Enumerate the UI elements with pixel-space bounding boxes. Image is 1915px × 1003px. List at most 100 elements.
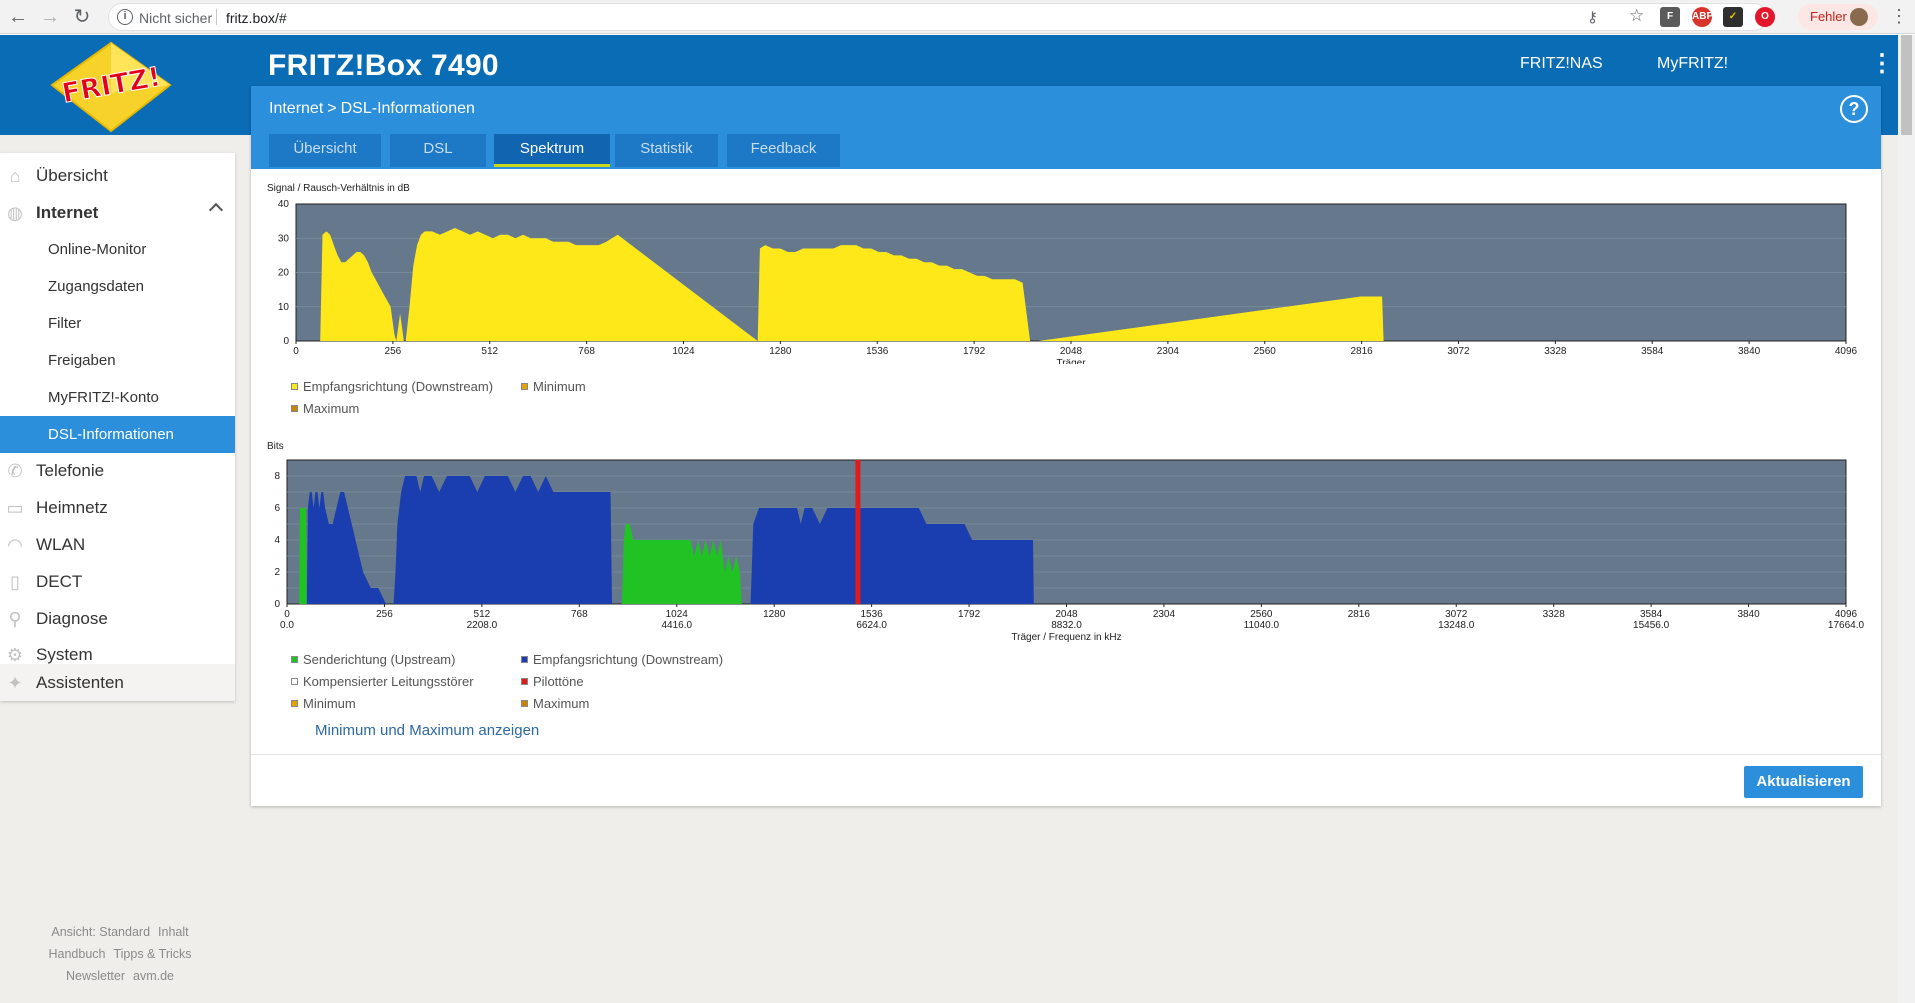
legend-snr-minimum: Minimum	[521, 379, 586, 394]
footer-link-handbuch[interactable]: Handbuch	[48, 947, 105, 961]
sidebar-item-dsl-informationen[interactable]: DSL-Informationen	[0, 416, 235, 453]
legend-label: Minimum	[303, 696, 356, 711]
sidebar-item-myfritz-konto[interactable]: MyFRITZ!-Konto	[0, 379, 235, 416]
y-tick-label: 20	[278, 268, 290, 279]
sidebar-item-freigaben[interactable]: Freigaben	[0, 342, 235, 379]
url-text[interactable]: fritz.box/#	[226, 10, 287, 26]
legend-swatch	[291, 700, 298, 707]
home-icon: ⌂	[9, 166, 21, 186]
globe-icon: ◍	[7, 203, 23, 223]
tab-dsl[interactable]: DSL	[390, 134, 486, 167]
x-tick-label: 1024	[672, 346, 695, 357]
snr-chart-ylabel: Signal / Rausch-Verhältnis in dB	[267, 183, 410, 194]
sidebar-item-dect[interactable]: ▯ DECT	[0, 563, 235, 600]
key-icon[interactable]: ⚷	[1587, 8, 1598, 26]
sidebar: ⌂ Übersicht ◍ Internet Online-Monitor Zu…	[0, 153, 235, 701]
security-label: Nicht sicher	[139, 10, 213, 26]
x-tick-label: 768	[571, 609, 588, 620]
tab-statistik[interactable]: Statistik	[615, 134, 718, 167]
x-tick-label: 0	[284, 609, 290, 620]
star-icon[interactable]: ☆	[1629, 6, 1644, 26]
chevron-up-icon[interactable]	[208, 202, 224, 218]
legend-label: Maximum	[303, 401, 360, 416]
footer-link-inhalt[interactable]: Inhalt	[158, 925, 189, 939]
sidebar-item-label: Assistenten	[36, 673, 124, 692]
x-tick-label: 2048	[1055, 609, 1078, 620]
freq-tick-label: 0.0	[280, 620, 294, 631]
tab-feedback[interactable]: Feedback	[727, 134, 840, 167]
sidebar-item-internet[interactable]: ◍ Internet	[0, 194, 235, 231]
adblock-icon[interactable]: ABP	[1692, 7, 1713, 27]
freq-tick-label: 15456.0	[1633, 620, 1670, 631]
x-tick-label: 3840	[1737, 609, 1760, 620]
freq-tick-label: 13248.0	[1438, 620, 1475, 631]
legend-bits-compensated: Kompensierter Leitungsstörer	[291, 674, 474, 689]
sidebar-item-wlan[interactable]: ◠ WLAN	[0, 526, 235, 563]
footer-link-newsletter[interactable]: Newsletter	[66, 969, 125, 983]
show-minmax-link[interactable]: Minimum und Maximum anzeigen	[315, 722, 539, 739]
sidebar-item-label: DECT	[36, 572, 83, 591]
tab-spektrum[interactable]: Spektrum	[494, 134, 610, 167]
fritznas-link[interactable]: FRITZ!NAS	[1520, 55, 1603, 73]
back-arrow-icon[interactable]: ←	[6, 5, 30, 29]
more-menu-icon[interactable]: ⋮	[1870, 49, 1894, 78]
sidebar-item-telefonie[interactable]: ✆ Telefonie	[0, 452, 235, 489]
y-tick-label: 6	[274, 503, 280, 514]
breadcrumb-parent[interactable]: Internet	[269, 100, 323, 117]
profile-error-badge[interactable]: Fehler	[1798, 4, 1878, 30]
legend-label: Pilottöne	[533, 674, 584, 689]
pilot-tone-bar	[855, 460, 861, 604]
footer-link-tipps[interactable]: Tipps & Tricks	[113, 947, 191, 961]
freq-tick-label: 4416.0	[661, 620, 692, 631]
legend-label: Senderichtung (Upstream)	[303, 652, 456, 667]
address-bar[interactable]: i Nicht sicher fritz.box/# ⚷ ☆	[108, 3, 1768, 31]
x-tick-label: 3584	[1641, 346, 1664, 357]
refresh-button[interactable]: Aktualisieren	[1744, 766, 1863, 798]
extension-f-icon[interactable]: F	[1660, 7, 1680, 27]
snr-chart: 0 10 20 30 40 0 256 512 768 1024 1280 1536 1792 2048 2…	[278, 199, 1858, 364]
sidebar-item-filter[interactable]: Filter	[0, 305, 235, 342]
browser-menu-icon[interactable]: ⋮	[1890, 6, 1908, 27]
extension-check-icon[interactable]: ✓	[1723, 7, 1743, 27]
legend-bits-pilot: Pilottöne	[521, 674, 584, 689]
sidebar-item-online-monitor[interactable]: Online-Monitor	[0, 231, 235, 268]
footer-link-ansicht[interactable]: Ansicht: Standard	[51, 925, 150, 939]
help-icon[interactable]: ?	[1840, 95, 1868, 123]
x-axis-label: Träger / Frequenz in kHz	[1011, 632, 1121, 642]
x-tick-label: 512	[474, 609, 491, 620]
tab-uebersicht[interactable]: Übersicht	[269, 134, 381, 167]
x-tick-label: 3840	[1738, 346, 1761, 357]
wizard-icon: ✦	[7, 673, 23, 693]
sidebar-item-label: System	[36, 645, 93, 664]
forward-arrow-icon[interactable]: →	[38, 5, 62, 29]
fritz-logo[interactable]: FRITZ!	[48, 41, 174, 133]
x-tick-label: 2560	[1254, 346, 1277, 357]
info-icon[interactable]: i	[117, 9, 133, 25]
series-area-0	[299, 508, 307, 604]
error-text: Fehler	[1810, 9, 1847, 24]
browser-toolbar: ← → ↻ i Nicht sicher fritz.box/# ⚷ ☆ F A…	[0, 0, 1915, 34]
sidebar-item-heimnetz[interactable]: ▭ Heimnetz	[0, 489, 235, 526]
myfritz-link[interactable]: MyFRITZ!	[1657, 55, 1728, 73]
panel-divider	[251, 754, 1881, 755]
footer-link-avm[interactable]: avm.de	[133, 969, 174, 983]
phone-icon: ✆	[7, 461, 23, 481]
sidebar-item-label: Internet	[36, 203, 99, 222]
opera-icon[interactable]: O	[1755, 7, 1775, 27]
dect-phone-icon: ▯	[10, 572, 20, 592]
sidebar-item-diagnose[interactable]: ⚲ Diagnose	[0, 600, 235, 637]
x-tick-label: 3328	[1543, 609, 1566, 620]
scrollbar-thumb[interactable]	[1901, 35, 1912, 135]
sidebar-item-uebersicht[interactable]: ⌂ Übersicht	[0, 157, 235, 194]
legend-snr-downstream: Empfangsrichtung (Downstream)	[291, 379, 493, 394]
sidebar-item-zugangsdaten[interactable]: Zugangsdaten	[0, 268, 235, 305]
x-tick-label: 2048	[1060, 346, 1083, 357]
network-icon: ▭	[6, 498, 24, 518]
sidebar-item-assistenten[interactable]: ✦ Assistenten	[0, 664, 235, 701]
x-tick-label: 2304	[1153, 609, 1176, 620]
x-tick-label: 2816	[1348, 609, 1371, 620]
legend-label: Empfangsrichtung (Downstream)	[533, 652, 724, 667]
page-scrollbar[interactable]	[1898, 35, 1915, 1003]
reload-icon[interactable]: ↻	[70, 5, 94, 29]
legend-label: Maximum	[533, 696, 590, 711]
